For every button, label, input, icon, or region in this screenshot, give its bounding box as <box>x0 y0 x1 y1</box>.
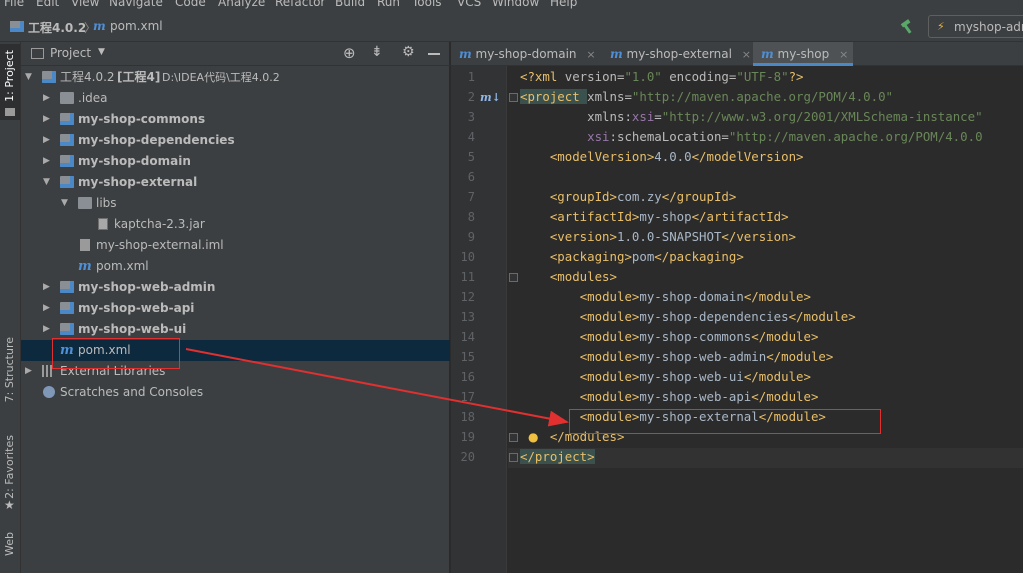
annotation-arrow <box>185 348 569 427</box>
